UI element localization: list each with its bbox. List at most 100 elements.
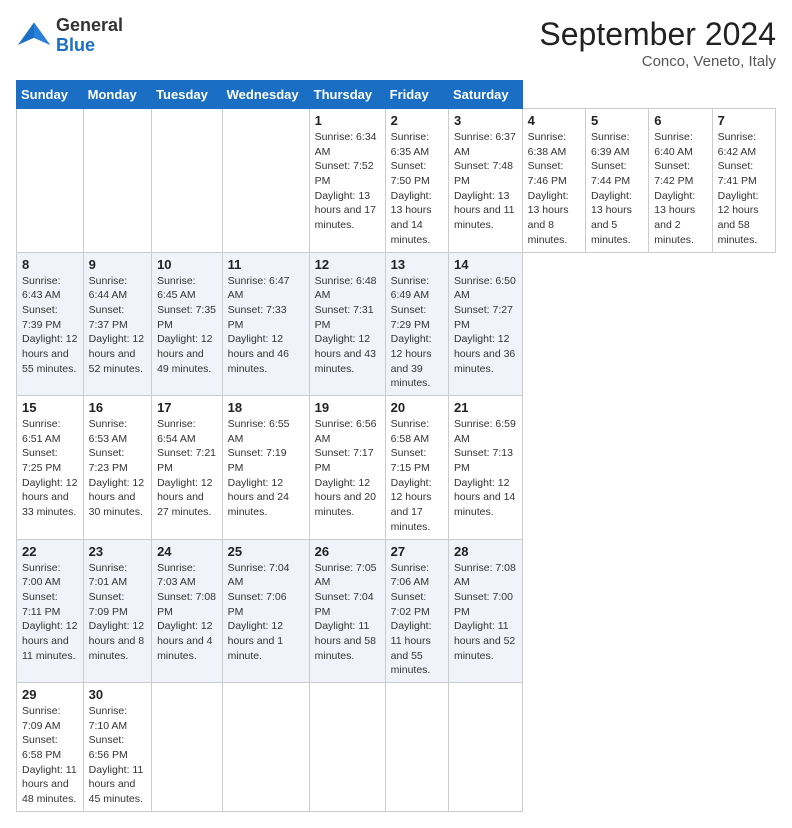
day-detail: Sunrise: 6:35 AMSunset: 7:50 PMDaylight:… (391, 130, 443, 248)
day-detail: Sunrise: 6:37 AMSunset: 7:48 PMDaylight:… (454, 130, 517, 233)
day-detail: Sunrise: 6:39 AMSunset: 7:44 PMDaylight:… (591, 130, 643, 248)
day-detail: Sunrise: 6:44 AMSunset: 7:37 PMDaylight:… (89, 274, 146, 377)
day-number: 8 (22, 257, 78, 272)
day-detail: Sunrise: 6:42 AMSunset: 7:41 PMDaylight:… (718, 130, 770, 248)
day-cell-30: 30 Sunrise: 7:10 AMSunset: 6:56 PMDayligh… (83, 683, 151, 812)
day-number: 28 (454, 544, 517, 559)
empty-cell (17, 109, 84, 253)
day-cell-29: 29Sunrise: 7:09 AMSunset: 6:58 PMDayligh… (17, 683, 84, 812)
day-cell-8: 8Sunrise: 6:43 AMSunset: 7:39 PMDaylight… (17, 252, 84, 396)
day-header-wednesday: Wednesday (222, 81, 309, 109)
day-cell-24: 24Sunrise: 7:03 AMSunset: 7:08 PMDayligh… (152, 539, 223, 683)
day-cell-4: 4 Sunrise: 6:38 AMSunset: 7:46 PMDaylight… (522, 109, 585, 253)
empty-cell (222, 109, 309, 253)
empty-cell (222, 683, 309, 812)
day-cell-26: 26Sunrise: 7:05 AMSunset: 7:04 PMDayligh… (309, 539, 385, 683)
day-cell-13: 13 Sunrise: 6:49 AMSunset: 7:29 PMDayligh… (385, 252, 448, 396)
day-cell-2: 2 Sunrise: 6:35 AMSunset: 7:50 PMDaylight… (385, 109, 448, 253)
day-number: 29 (22, 687, 78, 702)
logo-general: General (56, 16, 123, 36)
empty-cell (448, 683, 522, 812)
calendar-week-1: 1Sunrise: 6:34 AMSunset: 7:52 PMDaylight… (17, 109, 776, 253)
empty-cell (385, 683, 448, 812)
day-detail: Sunrise: 6:40 AMSunset: 7:42 PMDaylight:… (654, 130, 706, 248)
day-cell-11: 11 Sunrise: 6:47 AMSunset: 7:33 PMDayligh… (222, 252, 309, 396)
day-cell-21: 21Sunrise: 6:59 AMSunset: 7:13 PMDayligh… (448, 396, 522, 540)
day-number: 15 (22, 400, 78, 415)
day-header-thursday: Thursday (309, 81, 385, 109)
day-cell-3: 3 Sunrise: 6:37 AMSunset: 7:48 PMDaylight… (448, 109, 522, 253)
day-detail: Sunrise: 6:49 AMSunset: 7:29 PMDaylight:… (391, 274, 443, 392)
day-number: 9 (89, 257, 146, 272)
day-number: 21 (454, 400, 517, 415)
empty-cell (309, 683, 385, 812)
location: Conco, Veneto, Italy (539, 53, 776, 70)
day-number: 11 (228, 257, 304, 272)
day-cell-27: 27 Sunrise: 7:06 AMSunset: 7:02 PMDayligh… (385, 539, 448, 683)
day-cell-25: 25Sunrise: 7:04 AMSunset: 7:06 PMDayligh… (222, 539, 309, 683)
page-header: General Blue September 2024 Conco, Venet… (16, 16, 776, 70)
day-header-tuesday: Tuesday (152, 81, 223, 109)
day-detail: Sunrise: 6:56 AMSunset: 7:17 PMDaylight:… (315, 417, 380, 520)
day-number: 10 (157, 257, 217, 272)
day-number: 20 (391, 400, 443, 415)
empty-cell (83, 109, 151, 253)
day-detail: Sunrise: 6:45 AMSunset: 7:35 PMDaylight:… (157, 274, 217, 377)
day-detail: Sunrise: 6:51 AMSunset: 7:25 PMDaylight:… (22, 417, 78, 520)
calendar-table: SundayMondayTuesdayWednesdayThursdayFrid… (16, 80, 776, 812)
calendar-body: 1Sunrise: 6:34 AMSunset: 7:52 PMDaylight… (17, 109, 776, 812)
day-number: 18 (228, 400, 304, 415)
day-number: 12 (315, 257, 380, 272)
day-number: 23 (89, 544, 146, 559)
day-detail: Sunrise: 6:58 AMSunset: 7:15 PMDaylight:… (391, 417, 443, 535)
day-number: 13 (391, 257, 443, 272)
day-detail: Sunrise: 7:06 AMSunset: 7:02 PMDaylight:… (391, 561, 443, 679)
day-number: 1 (315, 113, 380, 128)
day-detail: Sunrise: 6:50 AMSunset: 7:27 PMDaylight:… (454, 274, 517, 377)
day-number: 5 (591, 113, 643, 128)
day-cell-17: 17Sunrise: 6:54 AMSunset: 7:21 PMDayligh… (152, 396, 223, 540)
day-number: 16 (89, 400, 146, 415)
logo-blue: Blue (56, 36, 123, 56)
day-number: 22 (22, 544, 78, 559)
day-detail: Sunrise: 6:54 AMSunset: 7:21 PMDaylight:… (157, 417, 217, 520)
day-number: 3 (454, 113, 517, 128)
day-detail: Sunrise: 6:53 AMSunset: 7:23 PMDaylight:… (89, 417, 146, 520)
day-header-monday: Monday (83, 81, 151, 109)
day-header-sunday: Sunday (17, 81, 84, 109)
calendar-week-5: 29Sunrise: 7:09 AMSunset: 6:58 PMDayligh… (17, 683, 776, 812)
day-cell-28: 28Sunrise: 7:08 AMSunset: 7:00 PMDayligh… (448, 539, 522, 683)
day-cell-6: 6 Sunrise: 6:40 AMSunset: 7:42 PMDaylight… (649, 109, 712, 253)
day-cell-10: 10 Sunrise: 6:45 AMSunset: 7:35 PMDayligh… (152, 252, 223, 396)
day-cell-12: 12Sunrise: 6:48 AMSunset: 7:31 PMDayligh… (309, 252, 385, 396)
day-cell-18: 18 Sunrise: 6:55 AMSunset: 7:19 PMDayligh… (222, 396, 309, 540)
month-title: September 2024 (539, 16, 776, 53)
title-area: September 2024 Conco, Veneto, Italy (539, 16, 776, 70)
day-detail: Sunrise: 6:47 AMSunset: 7:33 PMDaylight:… (228, 274, 304, 377)
day-cell-23: 23Sunrise: 7:01 AMSunset: 7:09 PMDayligh… (83, 539, 151, 683)
day-detail: Sunrise: 7:10 AMSunset: 6:56 PMDaylight:… (89, 704, 146, 807)
day-number: 2 (391, 113, 443, 128)
day-cell-15: 15 Sunrise: 6:51 AMSunset: 7:25 PMDayligh… (17, 396, 84, 540)
day-number: 24 (157, 544, 217, 559)
calendar-header: SundayMondayTuesdayWednesdayThursdayFrid… (17, 81, 776, 109)
day-number: 25 (228, 544, 304, 559)
logo-text: General Blue (56, 16, 123, 56)
empty-cell (152, 109, 223, 253)
calendar-week-4: 22Sunrise: 7:00 AMSunset: 7:11 PMDayligh… (17, 539, 776, 683)
day-number: 30 (89, 687, 146, 702)
calendar-week-3: 15 Sunrise: 6:51 AMSunset: 7:25 PMDayligh… (17, 396, 776, 540)
day-detail: Sunrise: 6:55 AMSunset: 7:19 PMDaylight:… (228, 417, 304, 520)
day-number: 27 (391, 544, 443, 559)
empty-cell (152, 683, 223, 812)
day-number: 6 (654, 113, 706, 128)
day-number: 26 (315, 544, 380, 559)
day-cell-22: 22Sunrise: 7:00 AMSunset: 7:11 PMDayligh… (17, 539, 84, 683)
day-number: 19 (315, 400, 380, 415)
day-cell-19: 19 Sunrise: 6:56 AMSunset: 7:17 PMDayligh… (309, 396, 385, 540)
day-header-friday: Friday (385, 81, 448, 109)
day-cell-1: 1Sunrise: 6:34 AMSunset: 7:52 PMDaylight… (309, 109, 385, 253)
day-detail: Sunrise: 6:38 AMSunset: 7:46 PMDaylight:… (528, 130, 580, 248)
day-number: 4 (528, 113, 580, 128)
day-cell-5: 5 Sunrise: 6:39 AMSunset: 7:44 PMDaylight… (585, 109, 648, 253)
